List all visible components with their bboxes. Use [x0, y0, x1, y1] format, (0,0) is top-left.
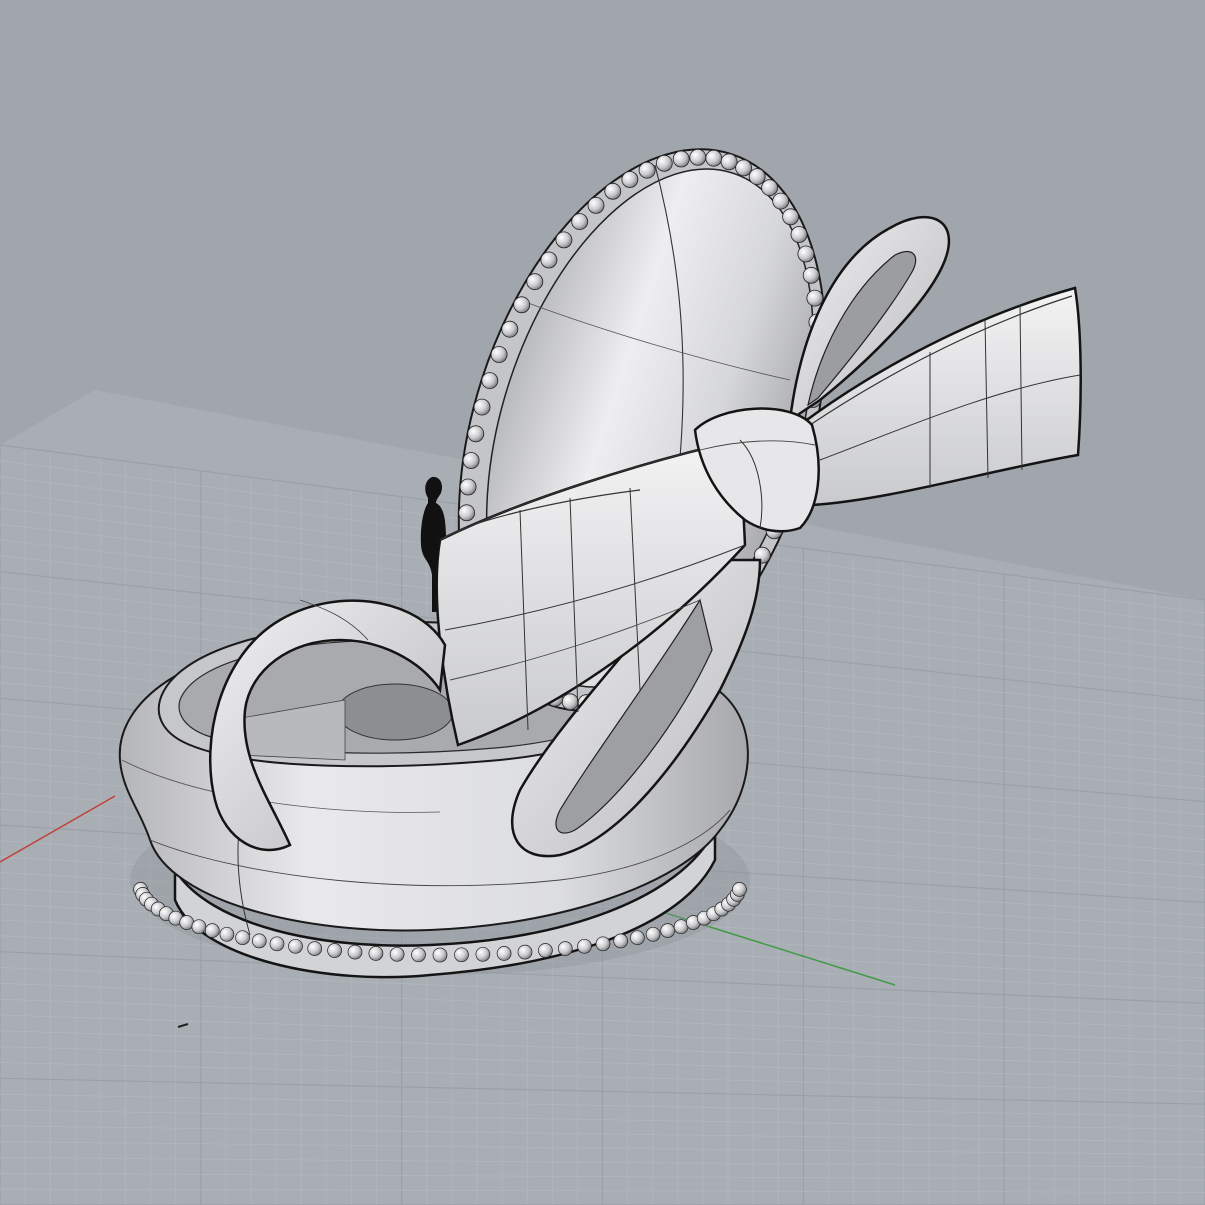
bead — [459, 478, 477, 496]
bead — [235, 930, 250, 946]
bead — [288, 938, 303, 954]
bead — [490, 346, 508, 363]
bead — [645, 926, 661, 942]
bead — [621, 171, 639, 188]
bead — [347, 944, 363, 960]
bead — [561, 693, 579, 711]
bead — [613, 933, 629, 949]
bead — [368, 946, 384, 961]
bead — [571, 213, 589, 231]
bead — [389, 946, 405, 962]
bead — [475, 946, 491, 962]
bead — [501, 320, 519, 338]
bead — [204, 923, 220, 938]
bead — [555, 231, 573, 249]
bead — [540, 251, 558, 269]
bead — [481, 372, 499, 390]
bead — [467, 425, 485, 443]
bead — [462, 452, 480, 469]
bead — [672, 150, 690, 168]
bead — [604, 182, 622, 200]
bead — [772, 192, 790, 210]
bead — [806, 289, 824, 307]
bead — [454, 947, 469, 963]
bead — [538, 943, 553, 958]
bead — [526, 273, 544, 291]
bead — [513, 296, 531, 314]
bead — [782, 208, 799, 226]
bead — [660, 923, 676, 938]
bead — [595, 936, 611, 952]
bead — [219, 926, 235, 942]
bead — [191, 919, 207, 935]
bead — [587, 196, 605, 214]
bead — [432, 947, 448, 963]
bead — [735, 159, 752, 177]
bead — [689, 148, 707, 166]
bead — [496, 946, 512, 961]
bead — [517, 944, 533, 960]
bead — [720, 153, 738, 171]
bead — [748, 168, 766, 186]
bead — [797, 245, 815, 263]
bead — [655, 154, 673, 172]
bead — [251, 933, 267, 949]
bead — [732, 882, 747, 897]
bead — [802, 266, 820, 284]
bead — [705, 149, 723, 167]
bead — [638, 161, 656, 179]
bead — [761, 179, 778, 197]
rhino-perspective-viewport[interactable] — [0, 0, 1205, 1205]
base-center-disc — [336, 683, 454, 741]
bead — [458, 504, 476, 522]
perspective-scene[interactable] — [0, 0, 1205, 1205]
bead — [473, 398, 491, 416]
bead — [630, 930, 645, 946]
bead — [790, 226, 808, 243]
bead — [411, 947, 426, 963]
bead — [327, 943, 342, 958]
bead — [307, 941, 323, 956]
bead — [557, 941, 573, 956]
bead — [577, 938, 592, 954]
bead — [269, 936, 285, 952]
